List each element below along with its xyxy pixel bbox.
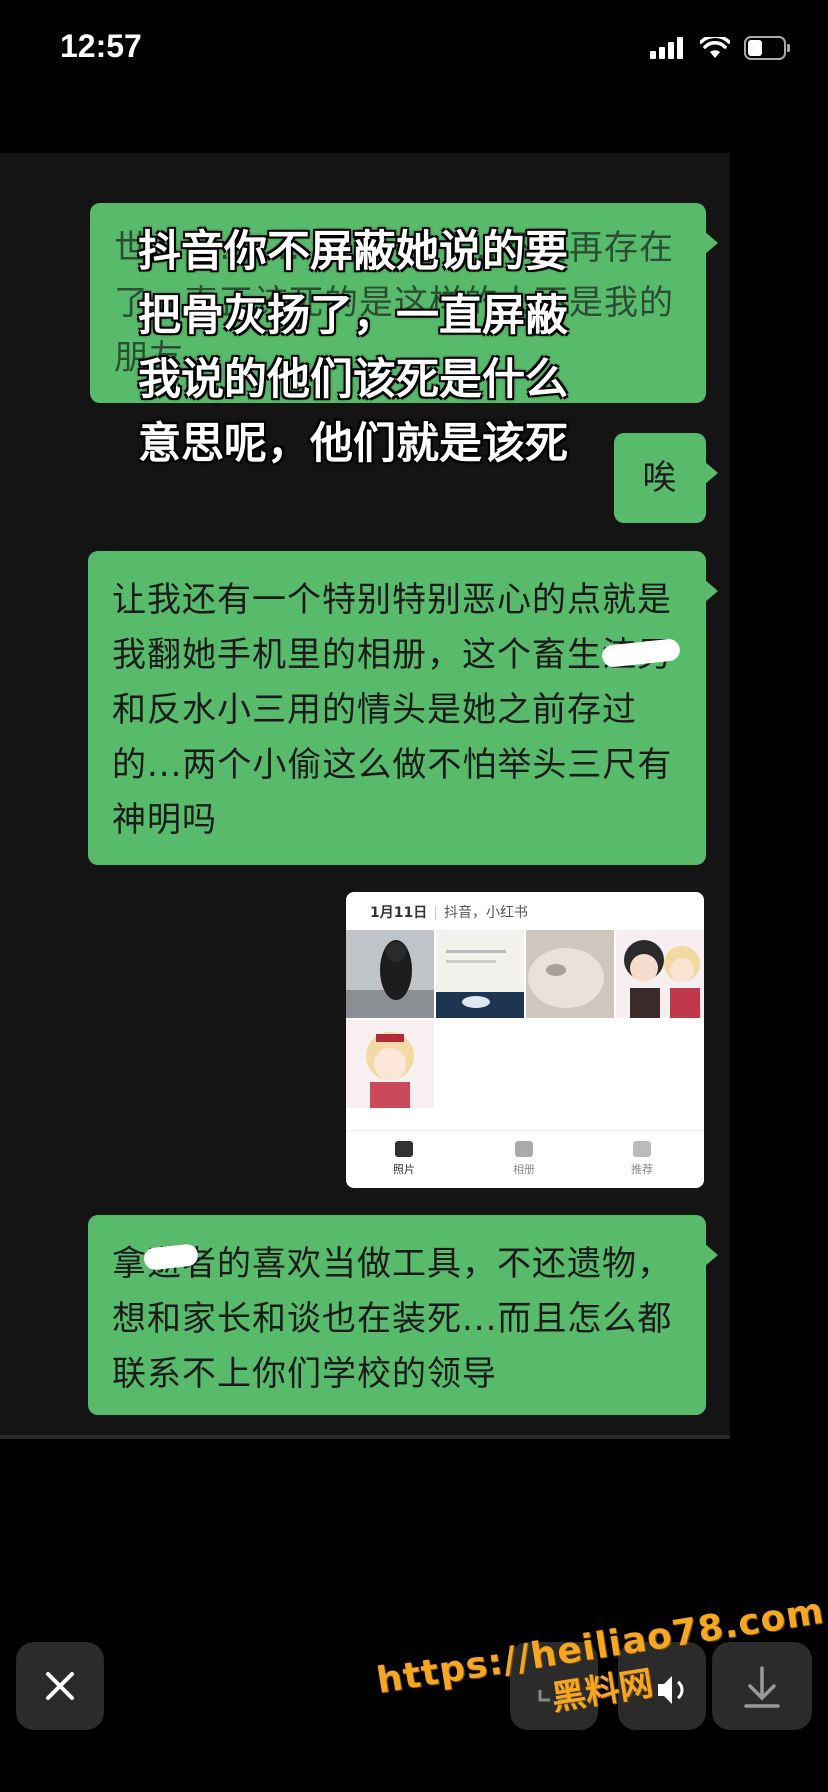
tab-photos[interactable]: 照片 bbox=[374, 1141, 434, 1177]
wifi-icon bbox=[700, 37, 730, 58]
status-icons bbox=[650, 36, 792, 60]
tab-recommended[interactable]: 推荐 bbox=[612, 1141, 672, 1177]
photo-thumbnail[interactable] bbox=[346, 930, 434, 1018]
battery-icon bbox=[744, 36, 790, 60]
overlay-caption: 抖音你不屏蔽她说的要把骨灰扬了，一直屏蔽我说的他们该死是什么意思呢，他们就是该死 bbox=[138, 227, 568, 469]
photo-thumbnail[interactable] bbox=[526, 930, 614, 1018]
status-time: 12:57 bbox=[60, 28, 142, 64]
photo-album-card[interactable]: 1月11日 | 抖音，小红书 照片 相册 推荐 bbox=[346, 892, 704, 1188]
album-apps: 抖音，小红书 bbox=[443, 905, 528, 921]
photo-thumbnail[interactable] bbox=[346, 1020, 434, 1108]
message-bubble: 唉 bbox=[614, 433, 718, 523]
signal-icon bbox=[650, 37, 683, 59]
status-bar: 12:57 bbox=[0, 0, 828, 100]
message-bubble: 让我还有一个特别特别恶心的点就是我翻她手机里的相册，这个畜生渣男和反水小三用的情… bbox=[88, 551, 718, 865]
album-tab-bar: 照片 相册 推荐 bbox=[346, 1130, 704, 1188]
photo-thumbnail[interactable] bbox=[616, 930, 704, 1018]
message-text: 唉 bbox=[642, 458, 678, 498]
close-button[interactable] bbox=[16, 1642, 104, 1730]
tab-albums[interactable]: 相册 bbox=[494, 1141, 554, 1177]
album-header: 1月11日 | 抖音，小红书 bbox=[370, 905, 528, 921]
message-text: 拿逝者的喜欢当做工具，不还遗物，想和家长和谈也在装死...而且怎么都联系不上你们… bbox=[112, 1244, 673, 1394]
close-icon bbox=[46, 1672, 74, 1700]
message-text: 让我还有一个特别特别恶心的点就是我翻她手机里的相册，这个畜生渣男和反水小三用的情… bbox=[112, 580, 673, 840]
photo-thumbnail[interactable] bbox=[436, 930, 524, 1018]
album-date: 1月11日 bbox=[370, 905, 428, 921]
